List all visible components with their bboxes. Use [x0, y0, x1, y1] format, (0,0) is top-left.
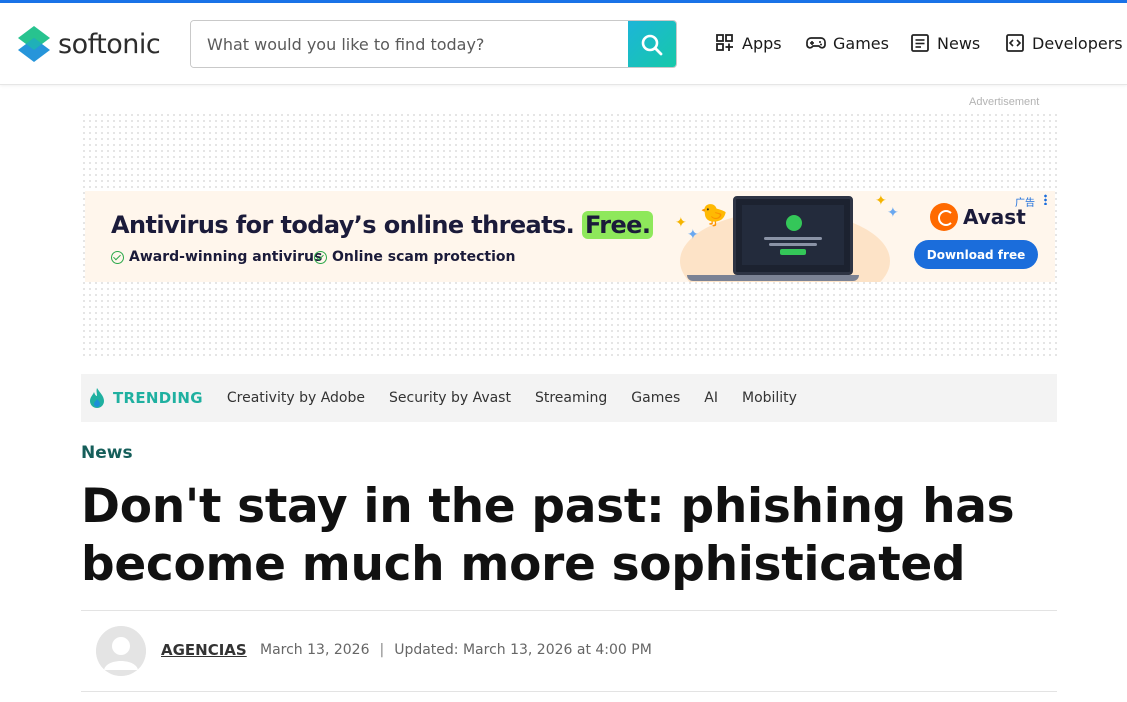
search-button[interactable] [628, 21, 676, 67]
sparkle-icon: ✦ [675, 215, 687, 231]
trending-item-mobility[interactable]: Mobility [742, 390, 797, 406]
trending-item-creativity[interactable]: Creativity by Adobe [227, 390, 365, 406]
search-icon [641, 34, 663, 56]
updated-date: Updated: March 13, 2026 at 4:00 PM [394, 642, 652, 658]
author-avatar[interactable] [96, 626, 146, 676]
article-section-link[interactable]: News [81, 443, 133, 463]
ad-download-button[interactable]: Download free [914, 240, 1038, 269]
search-input[interactable] [191, 21, 628, 67]
nav-developers[interactable]: Developers [1005, 33, 1123, 53]
article-meta: March 13, 2026 | Updated: March 13, 2026… [260, 642, 652, 658]
nav-news[interactable]: News [910, 33, 980, 53]
ad-laptop-image [733, 196, 853, 275]
avast-logo: Avast [930, 203, 1026, 231]
apps-grid-icon [716, 34, 733, 51]
article-title: Don't stay in the past: phishing has bec… [81, 479, 1015, 592]
screen-line [764, 237, 822, 240]
nav-apps[interactable]: Apps [715, 33, 782, 53]
ad-corner-label[interactable]: 广告 [1015, 194, 1035, 209]
trending-item-security[interactable]: Security by Avast [389, 390, 511, 406]
nav-news-label: News [937, 33, 981, 53]
user-silhouette-icon [96, 626, 146, 676]
ad-feature-2: Online scam protection [314, 249, 515, 265]
ad-feature-1: Award-winning antivirus [111, 249, 322, 265]
author-name-link[interactable]: AGENCIAS [161, 641, 247, 659]
ad-headline: Antivirus for today’s online threats. Fr… [111, 211, 654, 239]
divider [81, 691, 1057, 692]
ad-headline-main: Antivirus for today’s online threats. [111, 211, 575, 239]
sparkle-icon: ✦ [687, 227, 699, 243]
logo-text: softonic [58, 28, 161, 60]
trending-item-streaming[interactable]: Streaming [535, 390, 607, 406]
publish-date: March 13, 2026 [260, 642, 370, 658]
newspaper-icon [911, 34, 929, 52]
laptop-screen [742, 205, 844, 265]
trending-bar: TRENDING Creativity by Adobe Security by… [81, 374, 1057, 422]
ad-feature-2-label: Online scam protection [332, 249, 516, 265]
bird-mascot-icon: 🐤 [700, 203, 728, 228]
code-icon [1006, 34, 1024, 52]
trending-item-games[interactable]: Games [631, 390, 680, 406]
softonic-logo-icon [18, 26, 50, 62]
ad-banner[interactable]: Antivirus for today’s online threats. Fr… [85, 191, 1055, 282]
shield-icon [786, 215, 802, 231]
ad-headline-highlight: Free. [581, 211, 654, 239]
nav-games-label: Games [833, 33, 889, 53]
site-header: softonic Apps Games [0, 3, 1127, 85]
meta-separator: | [379, 642, 385, 658]
search-bar [190, 20, 677, 68]
gamepad-icon [806, 37, 826, 49]
ad-feature-1-label: Award-winning antivirus [129, 249, 323, 265]
divider [81, 610, 1057, 611]
check-circle-icon [314, 250, 327, 264]
screen-line [769, 243, 817, 246]
nav-games[interactable]: Games [806, 33, 889, 53]
flame-icon [90, 388, 104, 408]
trending-item-ai[interactable]: AI [704, 390, 718, 406]
sparkle-icon: ✦ [875, 193, 887, 209]
advertisement-label: Advertisement [969, 96, 1040, 108]
nav-apps-label: Apps [742, 33, 782, 53]
sparkle-icon: ✦ [887, 205, 899, 221]
softonic-logo[interactable]: softonic [16, 24, 161, 64]
screen-button [780, 249, 806, 255]
avast-logo-icon [930, 203, 958, 231]
nav-developers-label: Developers [1032, 33, 1123, 53]
trending-title: TRENDING [113, 389, 203, 407]
ad-laptop-base [687, 275, 859, 281]
ad-menu-icon[interactable] [1044, 194, 1047, 205]
check-circle-icon [111, 250, 124, 264]
